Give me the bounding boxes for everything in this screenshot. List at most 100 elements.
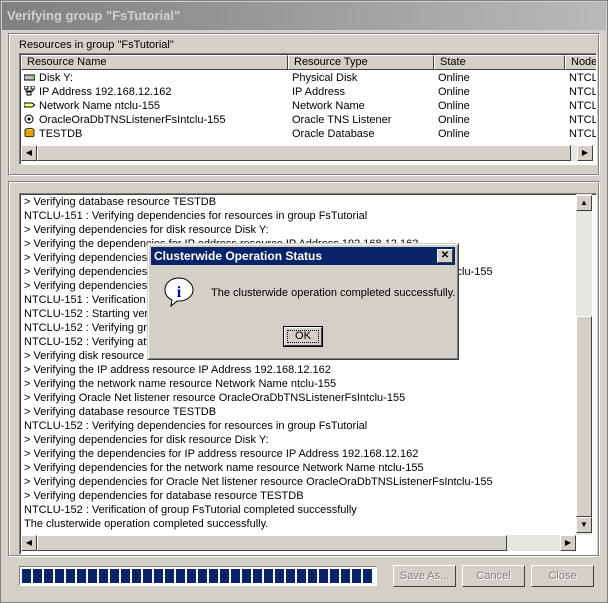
listener-icon — [24, 114, 34, 124]
progress-segment — [66, 569, 75, 583]
scroll-thumb[interactable] — [37, 145, 571, 161]
log-line: NTCLU-152 : Verification of group FsTuto… — [24, 504, 357, 516]
save-as-button[interactable]: Save As... — [393, 565, 456, 587]
dialog-close-button[interactable]: ✕ — [437, 249, 453, 263]
progress-segment — [330, 569, 339, 583]
progress-segment — [253, 569, 262, 583]
progress-segment — [198, 569, 207, 583]
resource-node: NTCLU-151 — [569, 114, 597, 126]
log-line: > Verifying database resource TESTDB — [24, 196, 217, 208]
log-line: > Verifying dependencies for disk resour… — [24, 434, 269, 446]
progress-segment — [308, 569, 317, 583]
progress-segment — [187, 569, 196, 583]
resources-hscrollbar[interactable]: ◀ ▶ — [21, 145, 593, 161]
progress-segment — [33, 569, 42, 583]
progress-bar — [19, 566, 377, 586]
progress-segment — [88, 569, 97, 583]
progress-segment — [154, 569, 163, 583]
resource-state: Online — [438, 86, 470, 98]
scroll-thumb[interactable] — [576, 316, 592, 517]
scroll-right-button[interactable]: ▶ — [577, 145, 593, 161]
resource-node: NTCLU-151 — [569, 86, 597, 98]
resource-name: Disk Y: — [39, 72, 74, 84]
database-icon — [24, 128, 35, 138]
resource-name: IP Address 192.168.12.162 — [39, 86, 172, 98]
resource-state: Online — [438, 100, 470, 112]
log-line: > Verifying dependencies for database re… — [24, 490, 304, 502]
progress-segment — [121, 569, 130, 583]
progress-segment — [297, 569, 306, 583]
resource-node: NTCLU-151 — [569, 72, 597, 84]
progress-fill — [22, 569, 374, 583]
resource-type: Oracle TNS Listener — [292, 114, 392, 126]
disk-icon — [24, 74, 35, 81]
log-line: > Verifying dependencies for Oracle Net … — [24, 476, 493, 488]
resource-type: Physical Disk — [292, 72, 358, 84]
progress-segment — [99, 569, 108, 583]
column-resource-type[interactable]: Resource Type — [288, 55, 434, 70]
progress-segment — [275, 569, 284, 583]
window-titlebar[interactable]: Verifying group "FsTutorial" — [2, 2, 606, 30]
close-button[interactable]: Close — [531, 565, 594, 587]
resource-type: IP Address — [292, 86, 345, 98]
log-line: NTCLU-152 : Verifying dependencies for r… — [24, 420, 368, 432]
scroll-thumb[interactable] — [37, 535, 507, 551]
scroll-up-button[interactable]: ▲ — [576, 195, 592, 211]
resource-name: OracleOraDbTNSListenerFsIntclu-155 — [39, 114, 226, 126]
log-line: > Verifying Oracle Net listener resource… — [24, 392, 406, 404]
log-line: NTCLU-151 : Verifying dependencies for r… — [24, 210, 368, 222]
scroll-right-button[interactable]: ▶ — [560, 535, 576, 551]
progress-segment — [352, 569, 361, 583]
column-state[interactable]: State — [434, 55, 565, 70]
window-title: Verifying group "FsTutorial" — [7, 8, 181, 23]
resource-node: NTCLU-151 — [569, 128, 597, 140]
resource-row[interactable]: IP Address 192.168.12.162 IP Address Onl… — [22, 85, 597, 99]
resource-row[interactable]: OracleOraDbTNSListenerFsIntclu-155 Oracl… — [22, 113, 597, 127]
progress-segment — [242, 569, 251, 583]
progress-segment — [363, 569, 372, 583]
log-vscrollbar[interactable]: ▲ ▼ — [576, 194, 592, 535]
progress-segment — [264, 569, 273, 583]
log-line: The clusterwide operation completed succ… — [24, 518, 269, 530]
progress-segment — [143, 569, 152, 583]
progress-segment — [220, 569, 229, 583]
network-name-icon — [24, 102, 35, 108]
resources-list[interactable]: Resource Name Resource Type State Node D… — [19, 53, 597, 165]
progress-segment — [176, 569, 185, 583]
dialog-title: Clusterwide Operation Status — [154, 249, 323, 263]
resource-state: Online — [438, 72, 470, 84]
resource-state: Online — [438, 114, 470, 126]
column-node[interactable]: Node — [565, 55, 596, 70]
log-hscrollbar[interactable]: ◀ ▶ — [21, 535, 576, 551]
scroll-left-button[interactable]: ◀ — [21, 145, 37, 161]
resource-row[interactable]: TESTDB Oracle Database Online NTCLU-151 — [22, 127, 597, 141]
log-line: > Verifying the IP address resource IP A… — [24, 364, 331, 376]
column-resource-name[interactable]: Resource Name — [21, 55, 288, 70]
progress-segment — [44, 569, 53, 583]
progress-segment — [110, 569, 119, 583]
ok-button[interactable]: OK — [283, 326, 323, 347]
network-address-icon — [24, 86, 35, 96]
progress-segment — [341, 569, 350, 583]
log-line: > Verifying the dependencies for IP addr… — [24, 448, 419, 460]
dialog-message: The clusterwide operation completed succ… — [211, 287, 456, 299]
resource-row[interactable]: Network Name ntclu-155 Network Name Onli… — [22, 99, 596, 113]
resources-group-label: Resources in group "FsTutorial" — [19, 39, 174, 51]
progress-segment — [319, 569, 328, 583]
cancel-button[interactable]: Cancel — [462, 565, 525, 587]
info-icon: i — [164, 277, 194, 308]
focus-rect — [287, 330, 319, 343]
scroll-down-button[interactable]: ▼ — [576, 517, 592, 533]
progress-segment — [22, 569, 31, 583]
log-line: > Verifying the network name resource Ne… — [24, 378, 337, 390]
resource-type: Network Name — [292, 100, 365, 112]
resource-row[interactable]: Disk Y: Physical Disk Online NTCLU-151 — [22, 71, 597, 85]
dialog-titlebar[interactable]: Clusterwide Operation Status ✕ — [151, 247, 455, 265]
log-line: > Verifying dependencies for the network… — [24, 462, 424, 474]
resource-name: Network Name ntclu-155 — [39, 100, 161, 112]
resource-name: TESTDB — [39, 128, 83, 140]
log-line: > Verifying database resource TESTDB — [24, 406, 217, 418]
status-dialog: Clusterwide Operation Status ✕ i The clu… — [147, 243, 459, 360]
scroll-left-button[interactable]: ◀ — [21, 535, 37, 551]
progress-segment — [132, 569, 141, 583]
